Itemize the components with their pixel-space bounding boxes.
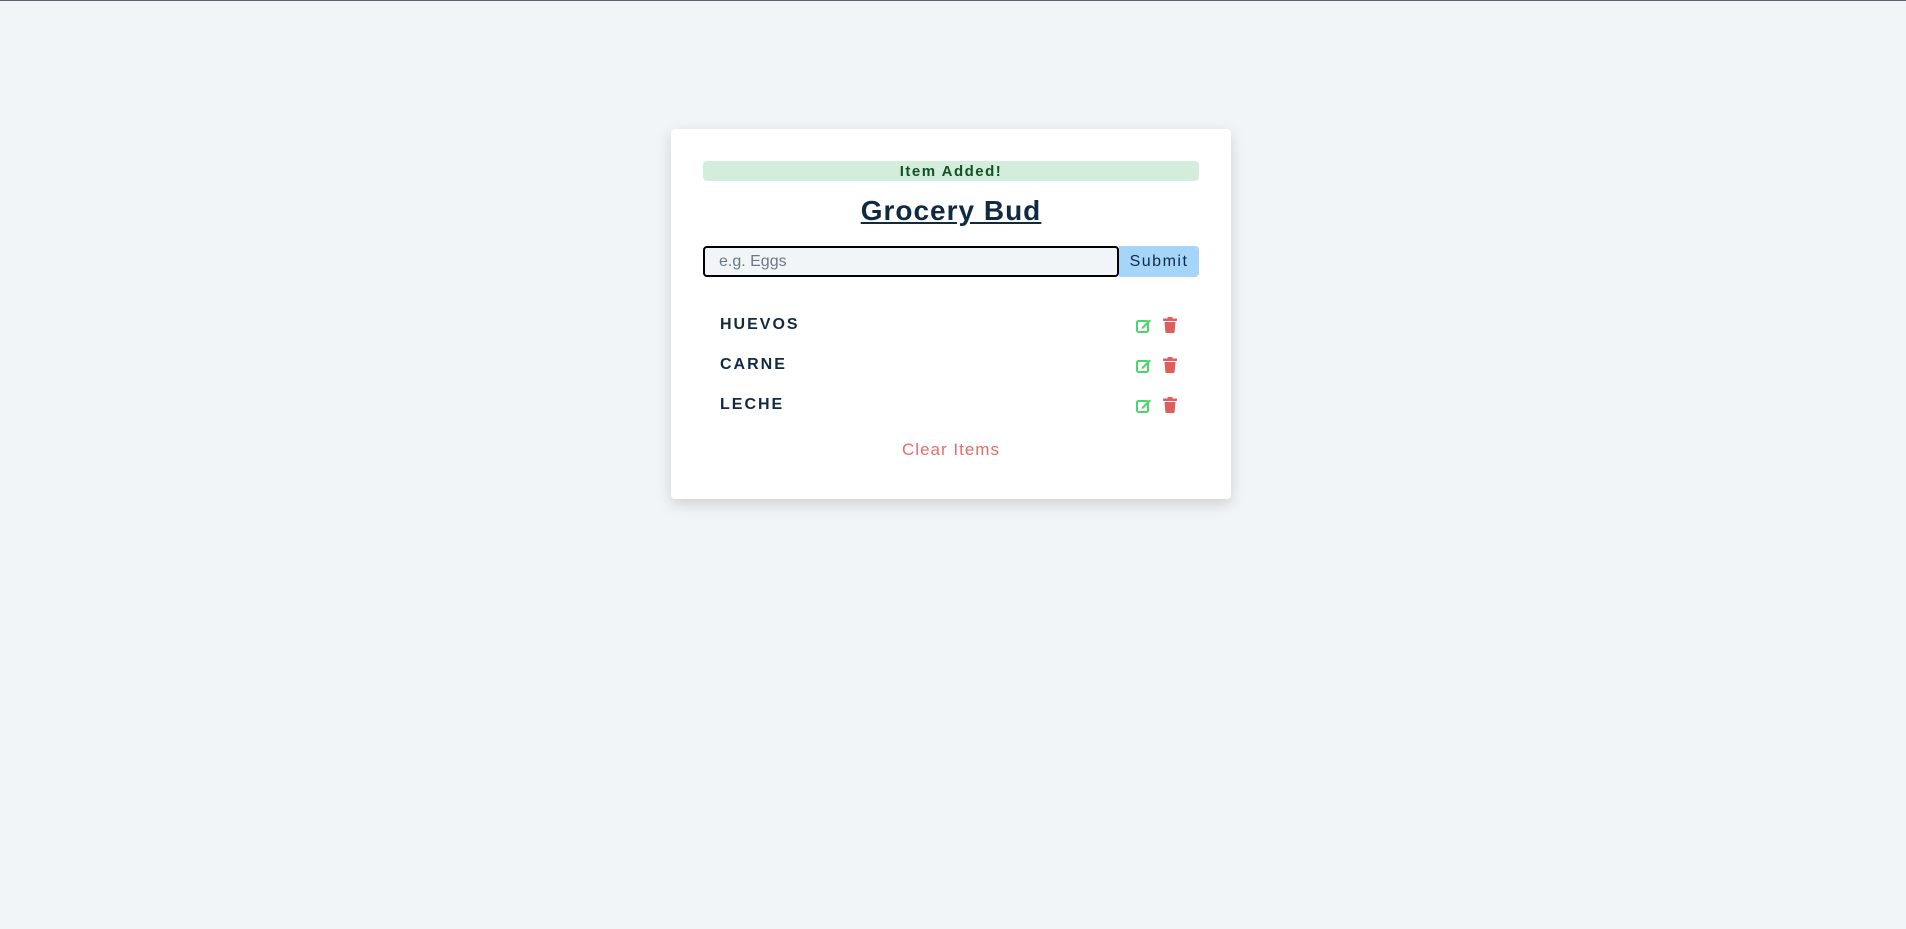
top-border (0, 0, 1906, 1)
delete-button[interactable] (1161, 396, 1179, 414)
list-item: LECHE (703, 385, 1199, 425)
edit-icon (1136, 319, 1151, 333)
alert-banner: Item Added! (703, 161, 1199, 181)
trash-icon (1163, 397, 1177, 413)
edit-button[interactable] (1135, 396, 1153, 414)
delete-button[interactable] (1161, 316, 1179, 334)
grocery-list: HUEVOS CARNE LECHE (703, 305, 1199, 425)
clear-items-button[interactable]: Clear Items (902, 440, 1000, 460)
trash-icon (1163, 357, 1177, 373)
item-actions (1135, 396, 1179, 414)
item-actions (1135, 316, 1179, 334)
edit-button[interactable] (1135, 316, 1153, 334)
list-item: CARNE (703, 345, 1199, 385)
page-title: Grocery Bud (860, 195, 1042, 226)
grocery-card: Item Added! Grocery Bud Submit HUEVOS (671, 129, 1231, 499)
item-actions (1135, 356, 1179, 374)
list-item: HUEVOS (703, 305, 1199, 345)
delete-button[interactable] (1161, 356, 1179, 374)
item-name: HUEVOS (720, 316, 800, 333)
grocery-form: Submit (703, 246, 1199, 277)
item-name: CARNE (720, 356, 787, 373)
trash-icon (1163, 317, 1177, 333)
edit-icon (1136, 399, 1151, 413)
edit-icon (1136, 359, 1151, 373)
edit-button[interactable] (1135, 356, 1153, 374)
item-name: LECHE (720, 396, 785, 413)
grocery-input[interactable] (703, 246, 1119, 277)
submit-button[interactable]: Submit (1119, 246, 1199, 277)
